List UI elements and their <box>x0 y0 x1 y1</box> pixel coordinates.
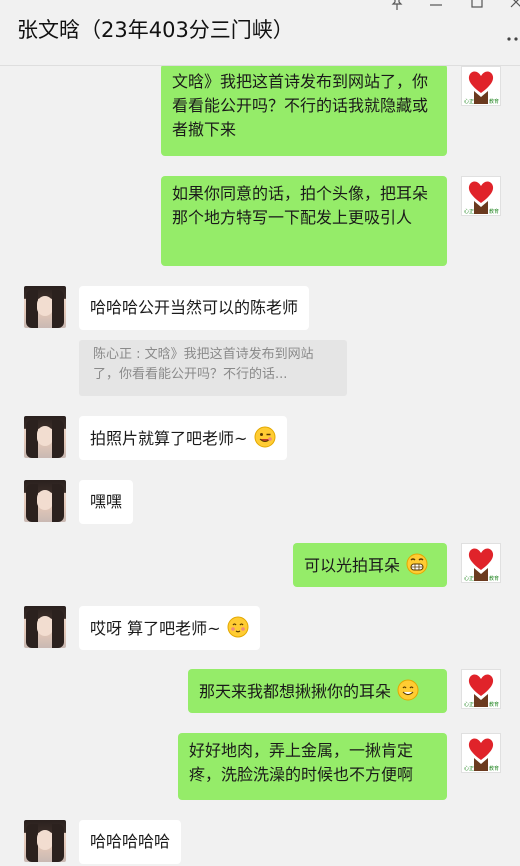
more-options-icon[interactable] <box>507 26 519 47</box>
message-text: 拍照片就算了吧老师~ <box>90 429 248 448</box>
logo-caption-right: 教育 <box>489 98 499 105</box>
quoted-text: 陈心正 : 文晗》我把这首诗发布到网站了，你看看能公开吗？不行的话... <box>93 347 314 382</box>
message-bubble-mine[interactable]: 那天来我都想揪揪你的耳朵 <box>188 669 447 713</box>
smiling-face-icon <box>397 679 419 708</box>
logo-caption-right: 教育 <box>489 575 499 582</box>
logo-caption-left: 心正 <box>464 701 474 708</box>
message-text: 好好地肉，弄上金属，一揪肯定疼，洗脸洗澡的时候也不方便啊 <box>189 741 414 784</box>
close-icon[interactable] <box>510 0 520 11</box>
message-bubble-theirs[interactable]: 哈哈哈哈哈 <box>79 820 182 864</box>
chat-area[interactable]: 文晗》我把这首诗发布到网站了，你看看能公开吗？不行的话我就隐藏或者撤下来 心正 … <box>0 66 520 866</box>
heart-hand-logo-icon: 心正 教育 <box>464 548 499 582</box>
winking-face-icon <box>254 426 276 455</box>
heart-hand-logo-icon: 心正 教育 <box>464 738 499 772</box>
logo-caption-right: 教育 <box>489 208 499 215</box>
blushing-face-icon <box>227 616 249 645</box>
message-bubble-theirs[interactable]: 嘿嘿 <box>79 480 134 524</box>
minimize-icon[interactable] <box>430 0 442 13</box>
my-avatar[interactable]: 心正 教育 <box>461 66 501 106</box>
my-avatar[interactable]: 心正 教育 <box>461 669 501 709</box>
message-text: 哈哈哈公开当然可以的陈老师 <box>90 298 299 317</box>
message-bubble-mine[interactable]: 文晗》我把这首诗发布到网站了，你看看能公开吗？不行的话我就隐藏或者撤下来 <box>161 66 447 156</box>
logo-caption-left: 心正 <box>464 208 474 215</box>
message-bubble-theirs[interactable]: 拍照片就算了吧老师~ <box>79 416 287 460</box>
contact-avatar[interactable] <box>24 286 66 328</box>
logo-caption-right: 教育 <box>489 701 499 708</box>
grinning-face-icon <box>406 553 428 582</box>
message-text: 嘿嘿 <box>90 492 123 511</box>
my-avatar[interactable]: 心正 教育 <box>461 733 501 773</box>
message-text: 哎呀 算了吧老师~ <box>90 619 221 638</box>
message-text: 那天来我都想揪揪你的耳朵 <box>199 682 392 701</box>
message-text: 文晗》我把这首诗发布到网站了，你看看能公开吗？不行的话我就隐藏或者撤下来 <box>172 72 429 139</box>
message-bubble-mine[interactable]: 可以光拍耳朵 <box>293 543 447 587</box>
logo-caption-left: 心正 <box>464 98 474 105</box>
quoted-message[interactable]: 陈心正 : 文晗》我把这首诗发布到网站了，你看看能公开吗？不行的话... <box>79 340 347 396</box>
message-bubble-theirs[interactable]: 哈哈哈公开当然可以的陈老师 <box>79 286 310 330</box>
message-bubble-mine[interactable]: 如果你同意的话，拍个头像，把耳朵那个地方特写一下配发上更吸引人 <box>161 176 447 266</box>
contact-avatar[interactable] <box>24 480 66 522</box>
my-avatar[interactable]: 心正 教育 <box>461 543 501 583</box>
message-text: 如果你同意的话，拍个头像，把耳朵那个地方特写一下配发上更吸引人 <box>172 184 429 227</box>
message-text: 可以光拍耳朵 <box>304 556 401 575</box>
pin-icon[interactable] <box>391 0 403 13</box>
heart-hand-logo-icon: 心正 教育 <box>464 181 499 215</box>
maximize-icon[interactable] <box>471 0 483 11</box>
message-bubble-mine[interactable]: 好好地肉，弄上金属，一揪肯定疼，洗脸洗澡的时候也不方便啊 <box>178 733 447 800</box>
heart-hand-logo-icon: 心正 教育 <box>464 71 499 105</box>
chat-title: 张文晗（23年403分三门峡） <box>17 18 294 42</box>
contact-avatar[interactable] <box>24 820 66 862</box>
contact-avatar[interactable] <box>24 606 66 648</box>
message-text: 哈哈哈哈哈 <box>90 832 171 851</box>
message-bubble-theirs[interactable]: 哎呀 算了吧老师~ <box>79 606 260 650</box>
logo-caption-left: 心正 <box>464 575 474 582</box>
logo-caption-left: 心正 <box>464 765 474 772</box>
contact-avatar[interactable] <box>24 416 66 458</box>
title-bar: 张文晗（23年403分三门峡） <box>0 0 520 66</box>
my-avatar[interactable]: 心正 教育 <box>461 176 501 216</box>
logo-caption-right: 教育 <box>489 765 499 772</box>
heart-hand-logo-icon: 心正 教育 <box>464 674 499 708</box>
